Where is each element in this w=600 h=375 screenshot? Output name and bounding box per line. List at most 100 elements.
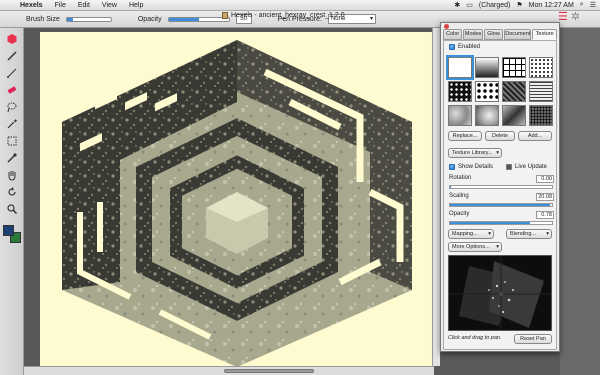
rotate-tool[interactable] [3, 185, 21, 199]
show-details-checkbox[interactable]: ✓ [449, 164, 455, 170]
menu-app-name[interactable]: Hexels [14, 2, 49, 9]
pen-tool[interactable] [3, 49, 21, 63]
workspace-edge [560, 28, 600, 375]
live-update-row: Live Update [506, 164, 547, 170]
artboard[interactable] [40, 32, 434, 367]
scaling-input[interactable]: 20.08 [536, 193, 554, 201]
hex-grid-icon[interactable]: ✲ [571, 12, 580, 23]
texture-thumb[interactable] [529, 57, 553, 78]
texture-thumb[interactable] [529, 105, 553, 126]
texture-thumb[interactable] [475, 105, 499, 126]
show-details-row: ✓ Show Details [449, 164, 493, 170]
top-right-icons: ☰ ✲ [558, 12, 580, 23]
enabled-checkbox[interactable]: ✓ [449, 44, 455, 50]
scaling-slider[interactable] [449, 203, 553, 207]
canvas-area[interactable] [24, 28, 434, 375]
document-title: Hexels - ancient_hexray_crest_1.2.0 [222, 12, 345, 19]
eraser-tool[interactable] [3, 83, 21, 97]
tab-document[interactable]: Document [504, 29, 532, 40]
texture-library-select[interactable]: Texture Library... [448, 148, 502, 158]
hexagon-tool[interactable] [3, 32, 21, 46]
menu-view[interactable]: View [96, 2, 123, 9]
hand-tool[interactable] [3, 168, 21, 182]
magic-wand-icon: ✦ [7, 118, 18, 129]
scaling-label: Scaling [449, 193, 469, 199]
mapping-select[interactable]: Mapping... [448, 229, 494, 239]
enabled-row: ✓ Enabled [449, 44, 480, 50]
menu-edit[interactable]: Edit [72, 2, 96, 9]
tool-palette: ✦ [0, 28, 24, 375]
add-button[interactable]: Add... [518, 131, 552, 141]
pen-icon [6, 51, 17, 61]
zoom-tool[interactable] [3, 202, 21, 216]
pan-hint: Click and drag to pan. [448, 335, 502, 341]
clock[interactable]: Mon 12:27 AM [529, 2, 574, 9]
live-update-checkbox[interactable] [506, 164, 512, 170]
horizontal-scroll-thumb[interactable] [224, 369, 314, 373]
spotlight-icon[interactable]: ⌕ [580, 1, 584, 9]
texture-thumb[interactable] [529, 81, 553, 102]
texture-thumb[interactable] [502, 57, 526, 78]
svg-text:✦: ✦ [13, 118, 18, 125]
primary-color-swatch[interactable] [2, 225, 14, 236]
menu-file[interactable]: File [49, 2, 72, 9]
zoom-icon [6, 204, 17, 215]
horizontal-scrollbar[interactable] [24, 366, 434, 375]
battery-status: (Charged) [478, 1, 511, 9]
rotation-input[interactable]: 0.00 [536, 175, 554, 183]
tab-color[interactable]: Color [443, 29, 463, 40]
more-options-select[interactable]: More Options... [448, 242, 502, 252]
document-icon [222, 12, 228, 19]
battery-icon[interactable]: ▭ [466, 1, 473, 9]
hand-icon [8, 171, 15, 181]
texture-thumb[interactable] [448, 105, 472, 126]
marquee-tool[interactable] [3, 134, 21, 148]
line-icon [6, 68, 16, 78]
blending-select[interactable]: Blending... [506, 229, 552, 239]
magic-wand-tool[interactable]: ✦ [3, 117, 21, 131]
vertical-scrollbar[interactable] [432, 28, 440, 366]
texture-grid [446, 55, 554, 126]
opacity-slider[interactable] [167, 16, 230, 22]
texture-opacity-slider[interactable] [449, 221, 553, 225]
menu-help[interactable]: Help [123, 2, 149, 9]
opacity-panel-label: Opacity [449, 211, 470, 217]
texture-thumb[interactable] [448, 81, 472, 102]
texture-thumb[interactable] [475, 57, 499, 78]
replace-button[interactable]: Replace... [448, 131, 482, 141]
eraser-icon [7, 86, 16, 94]
tab-glow[interactable]: Glow [483, 29, 504, 40]
rotate-icon [7, 187, 16, 196]
tab-modes[interactable]: Modes [463, 29, 483, 40]
texture-panel-body: ✓ Enabled Replace... Delete Add... Textu… [443, 40, 557, 350]
lasso-tool[interactable] [3, 100, 21, 114]
texture-thumb[interactable] [502, 81, 526, 102]
texture-thumb[interactable] [446, 55, 474, 80]
hexagon-icon [7, 34, 16, 44]
list-icon[interactable]: ☰ [590, 1, 596, 9]
reset-pan-button[interactable]: Reset Pan [514, 334, 552, 344]
line-tool[interactable] [3, 66, 21, 80]
texture-thumb[interactable] [475, 81, 499, 102]
eyedropper-icon [6, 153, 17, 163]
bluetooth-icon[interactable]: ✱ [454, 1, 460, 9]
brush-size-slider[interactable] [65, 16, 112, 22]
marquee-icon [7, 136, 16, 146]
live-update-label: Live Update [515, 164, 548, 170]
hexray-artwork [62, 40, 412, 367]
tab-texture[interactable]: Texture [532, 29, 557, 40]
texture-thumb[interactable] [502, 105, 526, 126]
delete-button[interactable]: Delete [485, 131, 515, 141]
texture-opacity-input[interactable]: 0.78 [536, 211, 554, 219]
enabled-label: Enabled [458, 44, 481, 50]
brush-size-label: Brush Size [26, 15, 60, 23]
opacity-label: Opacity [137, 15, 162, 23]
panel-close-icon[interactable] [444, 24, 449, 29]
rotation-label: Rotation [449, 175, 472, 181]
texture-preview[interactable] [448, 255, 552, 331]
flag-icon[interactable]: ⚑ [516, 1, 522, 9]
eyedropper-tool[interactable] [3, 151, 21, 165]
color-swatches[interactable] [2, 225, 22, 245]
rotation-slider[interactable] [449, 185, 553, 189]
show-details-label: Show Details [458, 164, 494, 170]
